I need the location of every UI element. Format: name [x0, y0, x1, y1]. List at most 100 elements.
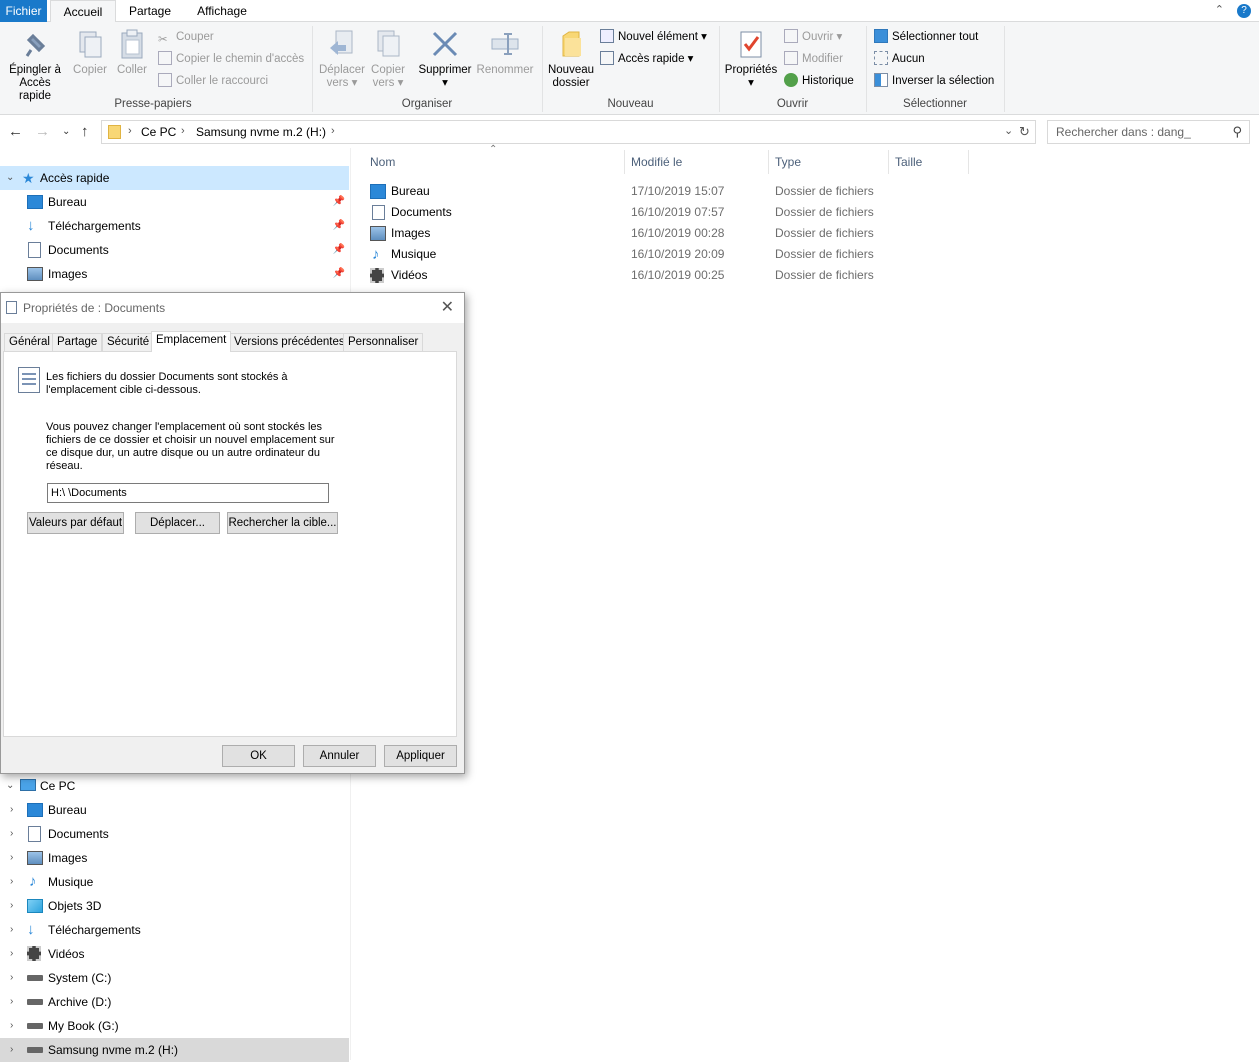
copy-button[interactable]: Copier [70, 28, 110, 77]
expand-chevron-icon[interactable]: › [10, 942, 13, 966]
column-header-size[interactable]: Taille [895, 148, 922, 176]
nav-pc-drive-d[interactable]: › Archive (D:) [0, 990, 349, 1014]
rename-button[interactable]: Renommer [475, 28, 535, 77]
copy-to-button[interactable]: Copier vers ▾ [367, 28, 409, 90]
expand-chevron-icon[interactable]: › [10, 894, 13, 918]
file-row[interactable]: Documents 16/10/2019 07:57 Dossier de fi… [362, 202, 962, 223]
column-separator[interactable] [888, 150, 889, 174]
collapse-chevron-icon[interactable]: ⌄ [6, 774, 14, 798]
search-input[interactable]: Rechercher dans : dang_ ⚲ [1047, 120, 1250, 144]
breadcrumb-this-pc[interactable]: Ce PC [141, 125, 176, 139]
nav-pc-drive-c[interactable]: › System (C:) [0, 966, 349, 990]
tab-affichage[interactable]: Affichage [190, 0, 254, 22]
breadcrumb-drive-h[interactable]: Samsung nvme m.2 (H:) [196, 125, 326, 139]
column-separator[interactable] [968, 150, 969, 174]
refresh-icon[interactable]: ↻ [1019, 124, 1030, 140]
file-row[interactable]: Images 16/10/2019 00:28 Dossier de fichi… [362, 223, 962, 244]
group-label-clipboard: Presse-papiers [114, 98, 192, 110]
back-arrow-icon[interactable]: ← [8, 123, 23, 140]
help-icon[interactable]: ? [1237, 4, 1251, 18]
breadcrumb-chevron-icon[interactable]: › [181, 125, 185, 137]
copy-path-button[interactable]: Copier le chemin d'accès [158, 49, 304, 69]
nav-pc-bureau[interactable]: › Bureau [0, 798, 349, 822]
new-item-button[interactable]: Nouvel élément ▾ [600, 27, 707, 47]
nav-pc-documents[interactable]: › Documents [0, 822, 349, 846]
up-arrow-icon[interactable]: ↑ [81, 123, 89, 140]
collapse-chevron-icon[interactable]: ⌄ [6, 166, 14, 190]
nav-quick-images[interactable]: Images 📌 [0, 262, 349, 286]
expand-chevron-icon[interactable]: › [10, 918, 13, 942]
nav-pc-3d-objects[interactable]: › Objets 3D [0, 894, 349, 918]
open-button[interactable]: Ouvrir ▾ [784, 27, 842, 47]
close-icon[interactable]: ✕ [441, 297, 454, 317]
properties-button[interactable]: Propriétés ▾ [723, 28, 779, 90]
move-button[interactable]: Déplacer... [135, 512, 220, 534]
expand-chevron-icon[interactable]: › [10, 990, 13, 1014]
tab-partage[interactable]: Partage [122, 0, 178, 22]
nav-pc-drive-h[interactable]: › Samsung nvme m.2 (H:) [0, 1038, 349, 1062]
nav-quick-access[interactable]: ⌄ ★ Accès rapide [0, 166, 349, 190]
forward-arrow-icon[interactable]: → [35, 123, 50, 140]
breadcrumb-chevron-icon[interactable]: › [128, 125, 132, 137]
dialog-title-bar[interactable]: Propriétés de : Documents ✕ [1, 293, 464, 323]
expand-chevron-icon[interactable]: › [10, 1038, 13, 1062]
history-button[interactable]: Historique [784, 71, 854, 91]
properties-dialog: Propriétés de : Documents ✕ Général Part… [0, 292, 465, 774]
restore-default-button[interactable]: Valeurs par défaut [27, 512, 124, 534]
column-header-type[interactable]: Type [775, 148, 801, 176]
ok-button[interactable]: OK [222, 745, 295, 767]
location-path-input[interactable]: H:\ \Documents [47, 483, 329, 503]
expand-chevron-icon[interactable]: › [10, 798, 13, 822]
edit-button[interactable]: Modifier [784, 49, 843, 69]
nav-this-pc[interactable]: ⌄ Ce PC [0, 774, 349, 798]
column-header-name[interactable]: Nom [370, 148, 395, 176]
column-separator[interactable] [624, 150, 625, 174]
collapse-ribbon-icon[interactable]: ⌃ [1215, 4, 1224, 16]
expand-chevron-icon[interactable]: › [10, 1014, 13, 1038]
file-row[interactable]: ♪ Musique 16/10/2019 20:09 Dossier de fi… [362, 244, 962, 265]
select-none-button[interactable]: Aucun [874, 49, 925, 69]
easy-access-button[interactable]: Accès rapide ▾ [600, 49, 693, 69]
dialog-tab-customize[interactable]: Personnaliser [343, 333, 424, 351]
paste-button[interactable]: Coller [113, 28, 151, 77]
apply-button[interactable]: Appliquer [384, 745, 457, 767]
column-separator[interactable] [768, 150, 769, 174]
nav-pc-downloads[interactable]: › ↓ Téléchargements [0, 918, 349, 942]
recent-locations-chevron-icon[interactable]: ⌄ [62, 126, 70, 137]
address-bar[interactable]: › Ce PC › Samsung nvme m.2 (H:) › ⌄ [101, 120, 1036, 144]
tab-fichier[interactable]: Fichier [0, 0, 47, 22]
invert-selection-button[interactable]: Inverser la sélection [874, 71, 994, 91]
dialog-tab-previous-versions[interactable]: Versions précédentes [229, 333, 350, 351]
move-to-button[interactable]: Déplacer vers ▾ [317, 28, 367, 90]
cut-button[interactable]: ✂ Couper [158, 27, 214, 47]
breadcrumb-chevron-icon[interactable]: › [331, 125, 335, 137]
dialog-tab-location[interactable]: Emplacement [151, 331, 232, 352]
pin-quick-access-button[interactable]: Épingler à Accès rapide [2, 28, 68, 103]
nav-pc-drive-g[interactable]: › My Book (G:) [0, 1014, 349, 1038]
dialog-tab-general[interactable]: Général [4, 333, 55, 351]
dialog-tab-security[interactable]: Sécurité [102, 333, 155, 351]
column-header-modified[interactable]: Modifié le [631, 148, 682, 176]
expand-chevron-icon[interactable]: › [10, 846, 13, 870]
expand-chevron-icon[interactable]: › [10, 870, 13, 894]
address-dropdown-chevron-icon[interactable]: ⌄ [1004, 124, 1013, 137]
nav-pc-music[interactable]: › ♪ Musique [0, 870, 349, 894]
open-icon [784, 29, 798, 43]
select-all-button[interactable]: Sélectionner tout [874, 27, 978, 47]
nav-quick-documents[interactable]: Documents 📌 [0, 238, 349, 262]
paste-shortcut-button[interactable]: Coller le raccourci [158, 71, 268, 91]
nav-quick-bureau[interactable]: Bureau 📌 [0, 190, 349, 214]
find-target-button[interactable]: Rechercher la cible... [227, 512, 338, 534]
dialog-tab-sharing[interactable]: Partage [52, 333, 103, 351]
nav-pc-images[interactable]: › Images [0, 846, 349, 870]
delete-button[interactable]: Supprimer ▾ [416, 28, 474, 90]
file-row[interactable]: Vidéos 16/10/2019 00:25 Dossier de fichi… [362, 265, 962, 286]
new-folder-button[interactable]: Nouveau dossier [546, 28, 596, 90]
nav-quick-downloads[interactable]: ↓ Téléchargements 📌 [0, 214, 349, 238]
cancel-button[interactable]: Annuler [303, 745, 376, 767]
tab-accueil[interactable]: Accueil [50, 0, 116, 23]
expand-chevron-icon[interactable]: › [10, 822, 13, 846]
nav-pc-videos[interactable]: › Vidéos [0, 942, 349, 966]
expand-chevron-icon[interactable]: › [10, 966, 13, 990]
file-row[interactable]: Bureau 17/10/2019 15:07 Dossier de fichi… [362, 181, 962, 202]
